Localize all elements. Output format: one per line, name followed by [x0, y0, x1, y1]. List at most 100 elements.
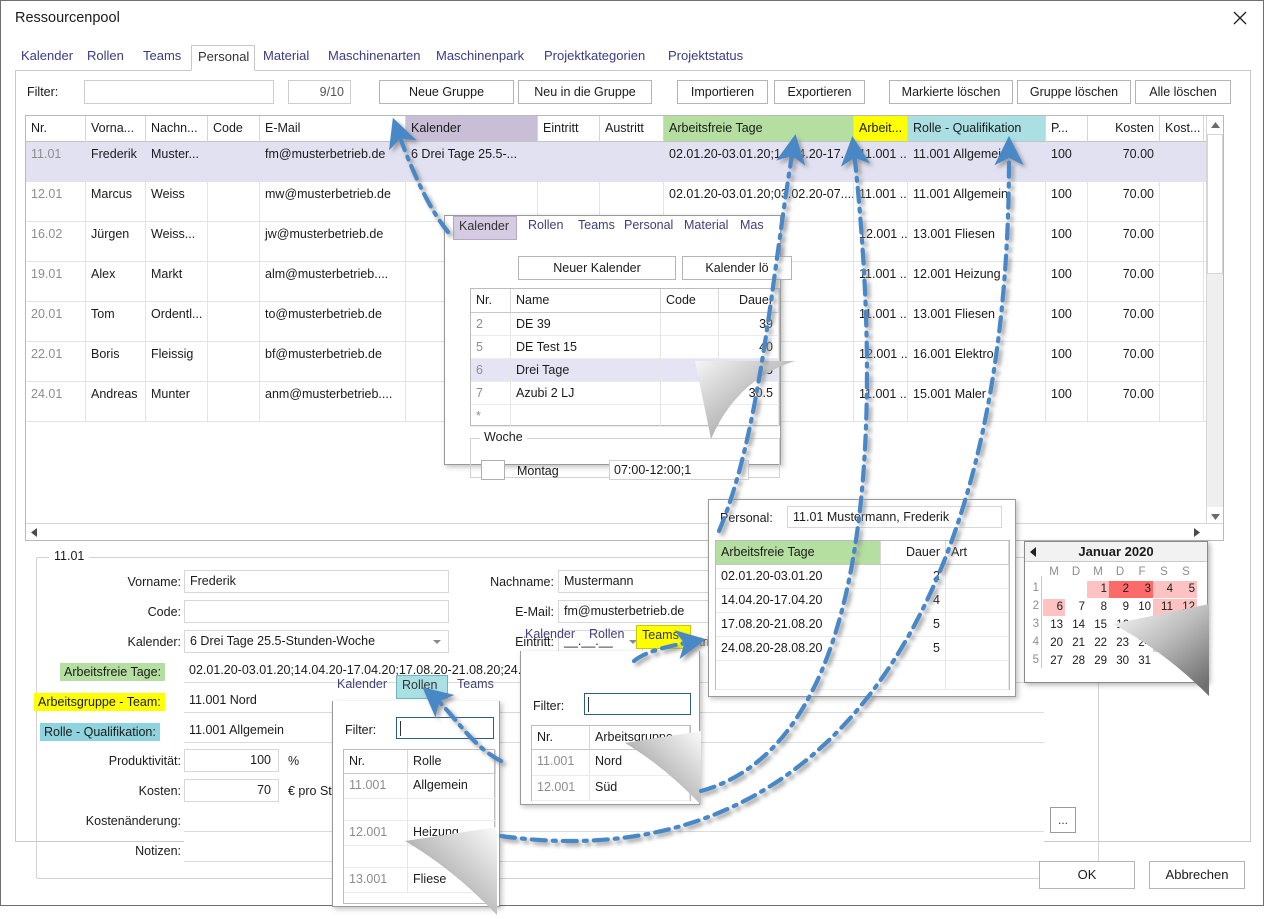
calendar-day[interactable]: 15: [1087, 617, 1109, 634]
grid-scroll-track[interactable]: [1207, 274, 1223, 507]
teams-filter-input[interactable]: [584, 693, 691, 715]
list-item[interactable]: 24.08.20-28.08.20 5: [716, 637, 1009, 661]
kostenaenderung-browse-button[interactable]: ...: [1050, 807, 1076, 833]
tab-maschinenarten[interactable]: Maschinenarten: [322, 45, 430, 71]
teams-tab-kalender[interactable]: Kalender: [520, 625, 582, 649]
tab-kalender[interactable]: Kalender: [15, 45, 81, 71]
col-header-vorname[interactable]: Vorna...: [86, 116, 146, 142]
col-header-austritt[interactable]: Austritt: [600, 116, 664, 142]
importieren-button[interactable]: Importieren: [677, 80, 768, 104]
calendar-day[interactable]: [1065, 581, 1087, 598]
notizen-field[interactable]: [184, 839, 1044, 862]
montag-checkbox[interactable]: [481, 460, 505, 480]
col-header-kostenaenderung[interactable]: Kost...: [1160, 116, 1204, 142]
neuer-kalender-button[interactable]: Neuer Kalender: [518, 256, 676, 280]
tab-projektkategorien[interactable]: Projektkategorien: [538, 45, 662, 71]
calendar-day[interactable]: 28: [1065, 653, 1087, 670]
col-header-code[interactable]: Code: [208, 116, 260, 142]
code-field[interactable]: [184, 600, 449, 623]
teams-col-nr[interactable]: Nr.: [532, 726, 590, 750]
teams-tab-rollen[interactable]: Rollen: [584, 625, 632, 649]
nachname-field[interactable]: Mustermann: [558, 570, 725, 593]
alle-loeschen-button[interactable]: Alle löschen: [1135, 80, 1231, 104]
tab-rollen[interactable]: Rollen: [81, 45, 137, 71]
popup-monatskalender[interactable]: Januar 2020 M D M D F S S 1 2 3 4 5 1 2 …: [1024, 541, 1209, 696]
neue-gruppe-button[interactable]: Neue Gruppe: [379, 80, 514, 104]
popup-arbeitsfreie-tage[interactable]: Personal: 11.01 Mustermann, Frederik Arb…: [708, 499, 1016, 697]
rollen-col-rolle[interactable]: Rolle: [408, 750, 496, 774]
list-item[interactable]: 17.08.20-21.08.20 5: [716, 613, 1009, 637]
col-header-kalender[interactable]: Kalender: [406, 116, 538, 142]
scroll-up-icon[interactable]: [1207, 116, 1223, 133]
calendar-day[interactable]: 20: [1043, 635, 1065, 652]
popup-tab-teams[interactable]: Teams: [573, 216, 617, 240]
calendar-day[interactable]: 14: [1065, 617, 1087, 634]
popup-kalender[interactable]: Kalender Rollen Teams Personal Material …: [444, 215, 795, 480]
popup-tab-maschinen[interactable]: Mas: [735, 216, 775, 240]
list-item[interactable]: 5 DE Test 15 40: [471, 336, 779, 359]
scroll-right-icon[interactable]: [1189, 524, 1205, 540]
calendar-day[interactable]: 8: [1087, 599, 1109, 616]
calendar-day[interactable]: 7: [1065, 599, 1087, 616]
email-field[interactable]: fm@musterbetrieb.de: [558, 600, 725, 623]
calendar-day[interactable]: 22: [1087, 635, 1109, 652]
kostenaenderung-field[interactable]: [184, 809, 1044, 832]
tab-teams[interactable]: Teams: [137, 45, 191, 71]
list-item[interactable]: 2 DE 39 39: [471, 313, 779, 336]
vorname-field[interactable]: Frederik: [184, 570, 449, 593]
filter-input[interactable]: [84, 80, 274, 104]
tab-personal[interactable]: Personal: [191, 45, 255, 71]
scroll-left-icon[interactable]: [26, 524, 42, 540]
exportieren-button[interactable]: Exportieren: [774, 80, 865, 104]
list-item-new[interactable]: [716, 661, 1009, 690]
calendar-day[interactable]: 4: [1153, 581, 1175, 598]
popup-tab-kalender[interactable]: Kalender: [453, 216, 517, 240]
kalender-col-code[interactable]: Code: [661, 289, 719, 313]
calendar-day[interactable]: 2: [1109, 581, 1131, 598]
kalender-col-dauer[interactable]: Dauer: [719, 289, 779, 313]
personal-field[interactable]: 11.01 Mustermann, Frederik: [787, 506, 1002, 528]
calendar-day[interactable]: 27: [1043, 653, 1065, 670]
ok-button[interactable]: OK: [1039, 861, 1135, 889]
cancel-button[interactable]: Abbrechen: [1149, 861, 1245, 889]
neu-in-die-gruppe-button[interactable]: Neu in die Gruppe: [518, 80, 652, 104]
grid-horizontal-scrollbar[interactable]: [26, 523, 1223, 540]
rollen-tab-kalender[interactable]: Kalender: [332, 675, 394, 699]
col-header-produktivitaet[interactable]: P...: [1046, 116, 1088, 142]
kosten-field[interactable]: 70: [184, 779, 279, 802]
kalender-col-nr[interactable]: Nr.: [471, 289, 511, 313]
gruppe-loeschen-button[interactable]: Gruppe löschen: [1017, 80, 1131, 104]
chevron-left-icon[interactable]: [1030, 547, 1036, 557]
calendar-day[interactable]: 1: [1087, 581, 1109, 598]
col-header-eintritt[interactable]: Eintritt: [538, 116, 600, 142]
close-icon[interactable]: [1217, 1, 1263, 35]
col-header-arbeitsfreie-tage[interactable]: Arbeitsfreie Tage: [716, 541, 881, 565]
teams-tab-teams[interactable]: Teams: [636, 625, 691, 649]
popup-tab-rollen[interactable]: Rollen: [523, 216, 571, 240]
grid-vertical-scrollbar[interactable]: [1206, 116, 1223, 525]
calendar-day[interactable]: 3: [1131, 581, 1153, 598]
col-header-arbeitsfreie-tage[interactable]: Arbeitsfreie Tage: [664, 116, 854, 142]
calendar-day[interactable]: 5: [1175, 581, 1197, 598]
col-header-dauer[interactable]: Dauer: [881, 541, 946, 565]
table-row[interactable]: 11.01 Frederik Muster... fm@musterbetrie…: [26, 142, 1223, 182]
col-header-nachname[interactable]: Nachn...: [146, 116, 208, 142]
markierte-loeschen-button[interactable]: Markierte löschen: [889, 80, 1013, 104]
calendar-day[interactable]: 21: [1065, 635, 1087, 652]
col-header-nr[interactable]: Nr.: [26, 116, 86, 142]
col-header-kosten[interactable]: Kosten: [1088, 116, 1160, 142]
grid-scroll-thumb[interactable]: [1207, 134, 1223, 274]
popup-teams[interactable]: Filter: Nr. Arbeitsgruppe 11.001 Nord 12…: [520, 651, 701, 805]
col-header-art[interactable]: Art: [946, 541, 1009, 565]
popup-tab-personal[interactable]: Personal: [619, 216, 677, 240]
popup-tab-material[interactable]: Material: [679, 216, 733, 240]
kalender-loeschen-button[interactable]: Kalender lö: [682, 256, 792, 280]
tab-maschinenpark[interactable]: Maschinenpark: [430, 45, 538, 71]
calendar-day[interactable]: 29: [1087, 653, 1109, 670]
rollen-tab-rollen[interactable]: Rollen: [396, 675, 448, 699]
produktivitaet-field[interactable]: 100: [184, 749, 279, 772]
kalender-col-name[interactable]: Name: [511, 289, 661, 313]
popup-rollen[interactable]: Filter: Nr. Rolle 11.001 Allgemein 12.00…: [332, 701, 500, 915]
list-item[interactable]: 11.001 Allgemein: [344, 774, 496, 799]
rollen-col-nr[interactable]: Nr.: [344, 750, 408, 774]
